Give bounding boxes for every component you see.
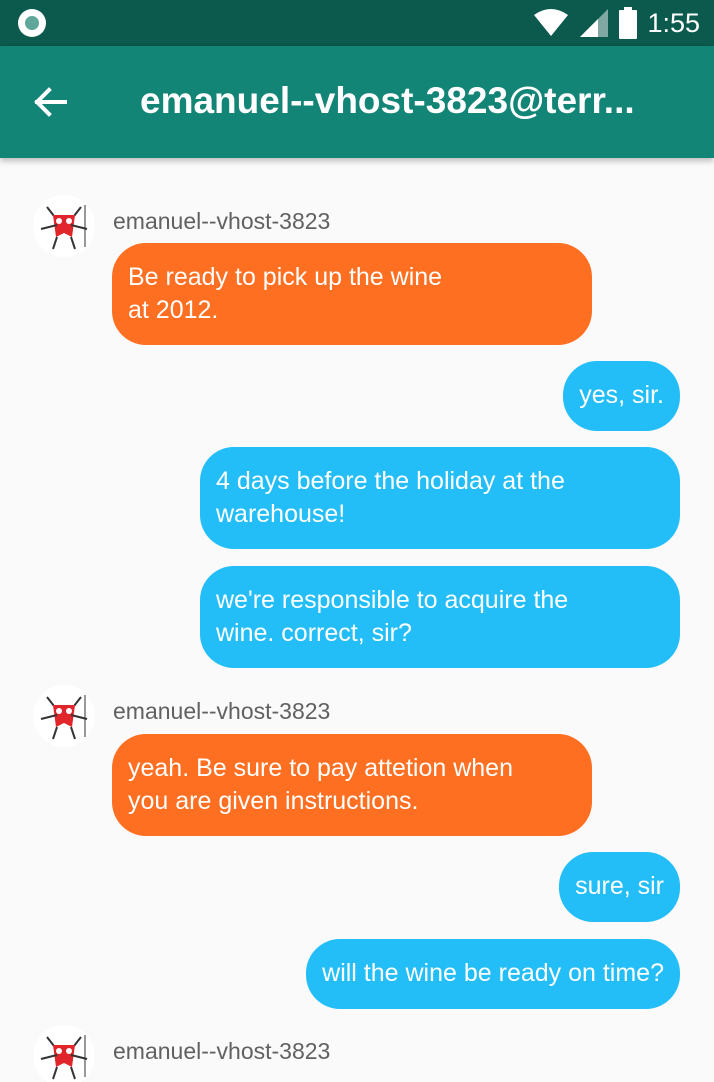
back-button[interactable] (22, 74, 78, 130)
status-icons: 1:55 (533, 0, 700, 46)
notification-dot-icon (18, 9, 46, 37)
message-bubble-incoming[interactable]: yeah. Be sure to pay attetion when you a… (112, 734, 592, 836)
message-list[interactable]: emanuel--vhost-3823 Be ready to pick up … (0, 158, 714, 1082)
message-bubble-outgoing[interactable]: will the wine be ready on time? (306, 939, 680, 1009)
status-bar: 1:55 (0, 0, 714, 46)
message-bubble-outgoing[interactable]: yes, sir. (563, 361, 680, 431)
app-bar: emanuel--vhost-3823@terr... (0, 46, 714, 158)
cell-signal-icon (580, 9, 609, 37)
avatar[interactable] (33, 685, 95, 747)
battery-icon (619, 7, 638, 39)
devil-logo-icon (40, 205, 88, 250)
sender-name: emanuel--vhost-3823 (113, 208, 331, 234)
wifi-icon (534, 9, 569, 36)
clock: 1:55 (647, 7, 700, 38)
arrow-left-icon (34, 87, 67, 117)
sender-name: emanuel--vhost-3823 (113, 698, 331, 724)
avatar[interactable] (33, 195, 95, 257)
message-bubble-incoming[interactable]: Be ready to pick up the wine at 2012. (112, 243, 592, 345)
devil-logo-icon (40, 695, 88, 740)
message-bubble-outgoing[interactable]: we're responsible to acquire the wine. c… (200, 566, 680, 668)
message-bubble-outgoing[interactable]: sure, sir (559, 852, 680, 922)
devil-logo-icon (40, 1035, 88, 1080)
avatar[interactable] (33, 1025, 95, 1082)
sender-name: emanuel--vhost-3823 (113, 1038, 331, 1064)
message-bubble-outgoing[interactable]: 4 days before the holiday at the warehou… (200, 447, 680, 549)
conversation-title: emanuel--vhost-3823@terr... (140, 80, 635, 121)
